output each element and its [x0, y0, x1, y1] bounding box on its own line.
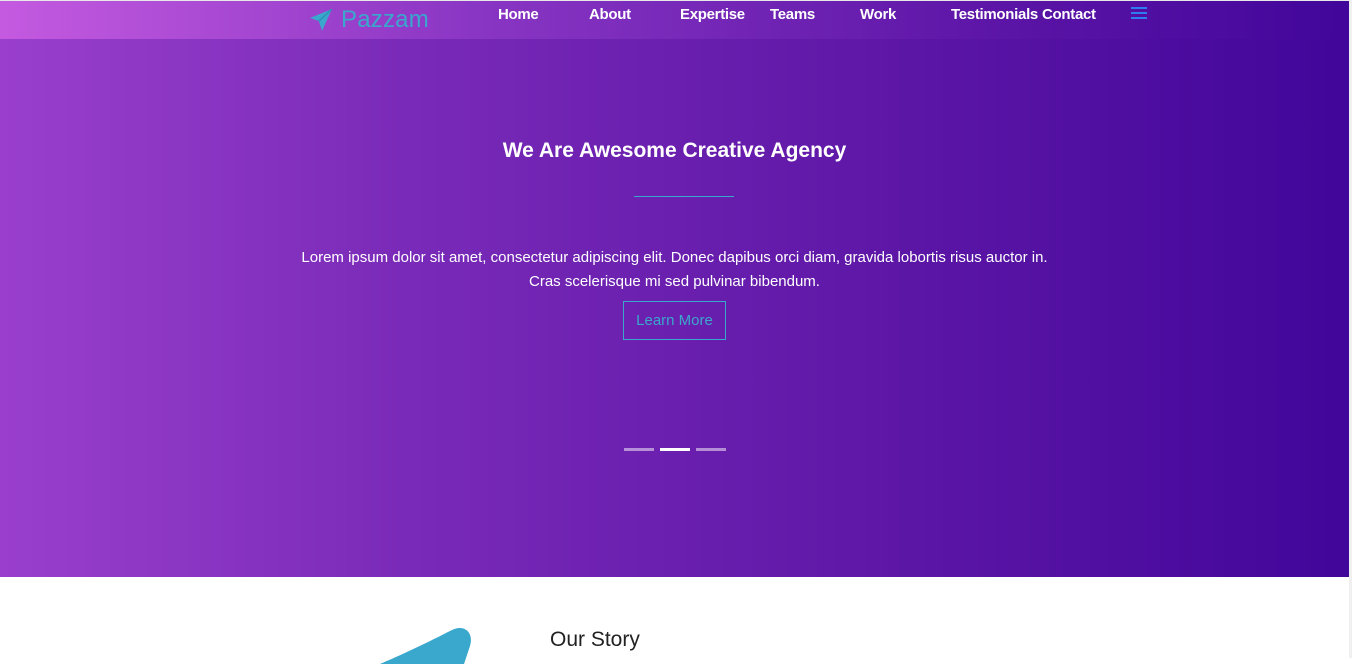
paper-plane-icon	[310, 8, 333, 31]
slider-dot-2[interactable]	[660, 448, 690, 451]
slider-dot-1[interactable]	[624, 448, 654, 451]
section-title-our-story: Our Story	[550, 628, 640, 651]
learn-more-button[interactable]: Learn More	[623, 301, 726, 340]
slider-dot-3[interactable]	[696, 448, 726, 451]
nav-item-work[interactable]: Work	[860, 6, 896, 23]
top-navbar: Pazzam Home About Expertise Teams Work T…	[0, 0, 1349, 39]
brand-name: Pazzam	[341, 6, 429, 33]
nav-item-home[interactable]: Home	[498, 6, 539, 23]
hero-title: We Are Awesome Creative Agency	[502, 139, 847, 162]
hero-text: Lorem ipsum dolor sit amet, consectetur …	[250, 246, 1099, 294]
hamburger-menu-icon[interactable]	[1131, 7, 1147, 21]
nav-item-about[interactable]: About	[589, 6, 631, 23]
brand-logo[interactable]: Pazzam	[308, 5, 429, 35]
nav-item-expertise[interactable]: Expertise	[680, 6, 745, 23]
hero-section: We Are Awesome Creative Agency Lorem ips…	[0, 0, 1349, 577]
hero-text-line-2: Cras scelerisque mi sed pulvinar bibendu…	[529, 273, 820, 290]
hero-divider	[634, 196, 734, 197]
nav-item-testimonials[interactable]: Testimonials	[951, 6, 1038, 23]
nav-item-contact[interactable]: Contact	[1042, 6, 1096, 23]
nav-item-teams[interactable]: Teams	[770, 6, 815, 23]
story-illustration	[380, 627, 471, 664]
hero-text-line-1: Lorem ipsum dolor sit amet, consectetur …	[301, 249, 1048, 266]
